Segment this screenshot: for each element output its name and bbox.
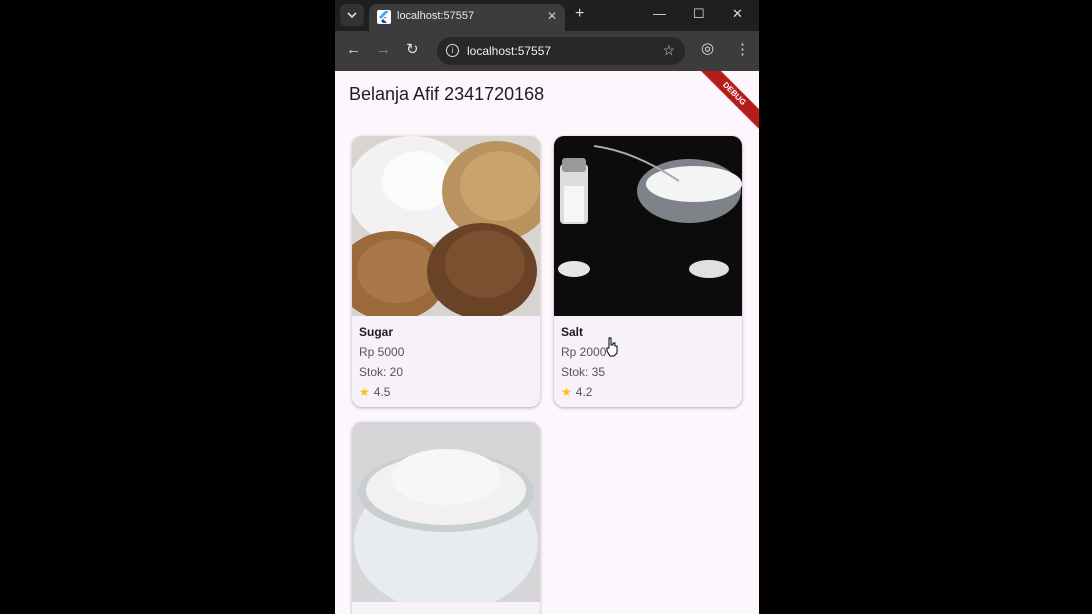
browser-toolbar: ← → ↻ i localhost:57557 ☆ ◎ ⋮ — [335, 31, 759, 71]
site-info-icon[interactable]: i — [446, 44, 459, 57]
maximize-button[interactable]: ☐ — [693, 6, 705, 22]
product-rating: ★ 4.5 — [359, 385, 390, 399]
page-title: Belanja Afif 2341720168 — [349, 84, 545, 104]
product-stock: Stok: 35 — [561, 365, 606, 379]
product-image-flour — [352, 422, 540, 602]
product-image-salt — [554, 136, 742, 316]
hand-cursor-icon — [606, 337, 618, 357]
product-name: Salt — [561, 325, 584, 339]
tab-title: localhost:57557 — [397, 10, 475, 22]
tab-search-button[interactable] — [340, 4, 364, 26]
product-image-sugar — [352, 136, 540, 316]
product-name: Sugar — [359, 325, 394, 339]
product-stock: Stok: 20 — [359, 365, 404, 379]
url-text: localhost:57557 — [467, 44, 552, 58]
flutter-icon — [377, 10, 391, 24]
star-icon: ★ — [359, 385, 370, 399]
chevron-down-icon — [347, 12, 357, 19]
rating-value: 4.2 — [575, 385, 593, 399]
product-price: Rp 5000 — [359, 345, 405, 359]
product-price: Rp 2000 — [561, 345, 607, 359]
new-tab-button[interactable]: + — [575, 6, 584, 22]
close-window-button[interactable]: ✕ — [732, 6, 743, 22]
bookmark-star-icon[interactable]: ☆ — [662, 42, 675, 59]
product-card-salt[interactable]: Salt Rp 2000 Stok: 35 ★ 4.2 — [554, 136, 742, 407]
product-card-flour[interactable] — [352, 422, 540, 614]
back-button[interactable]: ← — [346, 41, 361, 59]
rating-value: 4.5 — [373, 385, 391, 399]
minimize-button[interactable]: — — [653, 6, 666, 22]
title-bar: localhost:57557 ✕ + — ☐ ✕ — [335, 0, 759, 31]
star-icon: ★ — [561, 385, 572, 399]
forward-button[interactable]: → — [376, 41, 391, 59]
tab-close-icon[interactable]: ✕ — [547, 9, 557, 23]
profile-icon[interactable]: ◎ — [701, 40, 714, 58]
menu-icon[interactable]: ⋮ — [735, 41, 750, 59]
debug-banner: DEBUG — [690, 71, 759, 138]
reload-button[interactable]: ↻ — [406, 41, 419, 59]
app-page: DEBUG Belanja Afif 2341720168 Sugar Rp 5… — [335, 71, 759, 614]
product-rating: ★ 4.2 — [561, 385, 592, 399]
browser-window: localhost:57557 ✕ + — ☐ ✕ ← → ↻ i localh… — [335, 0, 759, 614]
address-bar[interactable]: i localhost:57557 ☆ — [437, 37, 685, 65]
product-card-sugar[interactable]: Sugar Rp 5000 Stok: 20 ★ 4.5 — [352, 136, 540, 407]
browser-tab[interactable]: localhost:57557 ✕ — [369, 4, 565, 31]
